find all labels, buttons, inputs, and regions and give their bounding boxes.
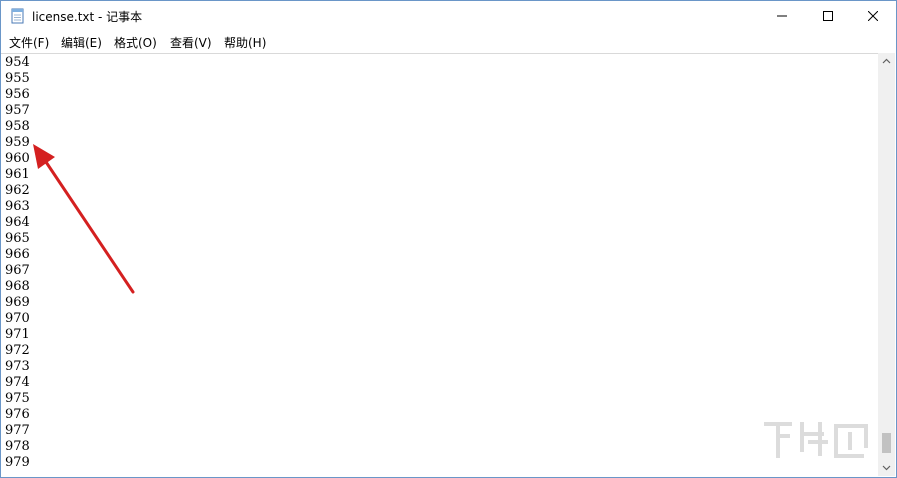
text-line: 972: [5, 343, 30, 358]
text-line: 957: [5, 103, 30, 118]
text-line: 955: [5, 71, 30, 86]
text-line: 970: [5, 311, 30, 326]
title-bar[interactable]: license.txt - 记事本: [1, 1, 896, 31]
chevron-up-icon[interactable]: [878, 53, 895, 70]
text-line: 965: [5, 231, 30, 246]
text-line: 973: [5, 359, 30, 374]
scrollbar-thumb[interactable]: [882, 433, 891, 453]
text-line: 960: [5, 151, 30, 166]
text-line: 964: [5, 215, 30, 230]
maximize-button[interactable]: [805, 1, 851, 31]
text-line: 963: [5, 199, 30, 214]
menu-file[interactable]: 文件(F): [9, 34, 49, 51]
text-line: 978: [5, 439, 30, 454]
close-icon: [868, 11, 878, 21]
text-line: 969: [5, 295, 30, 310]
close-button[interactable]: [850, 1, 896, 31]
text-line: 958: [5, 119, 30, 134]
menu-bar: 文件(F) 编辑(E) 格式(O) 查看(V) 帮助(H): [1, 31, 896, 52]
menu-help[interactable]: 帮助(H): [224, 34, 266, 51]
text-line: 971: [5, 327, 30, 342]
text-line: 977: [5, 423, 30, 438]
text-line: 961: [5, 167, 30, 182]
menu-format[interactable]: 格式(O): [114, 34, 157, 51]
text-line: 954: [5, 55, 30, 70]
text-line: 975: [5, 391, 30, 406]
menu-view[interactable]: 查看(V): [170, 34, 212, 51]
text-line: 968: [5, 279, 30, 294]
menu-edit[interactable]: 编辑(E): [61, 34, 102, 51]
text-line: 974: [5, 375, 30, 390]
window-title: license.txt - 记事本: [32, 10, 143, 24]
notepad-window: license.txt - 记事本 文件(F) 编辑(E) 格式(O) 查看(V…: [0, 0, 897, 478]
text-line: 966: [5, 247, 30, 262]
vertical-scrollbar[interactable]: [878, 53, 895, 476]
text-line: 959: [5, 135, 30, 150]
text-line: 967: [5, 263, 30, 278]
minimize-button[interactable]: [759, 1, 805, 31]
notepad-icon: [11, 8, 24, 24]
chevron-down-icon[interactable]: [878, 459, 895, 476]
text-line: 979: [5, 455, 30, 470]
maximize-icon: [823, 11, 833, 21]
text-line: 962: [5, 183, 30, 198]
watermark-logo: [764, 422, 868, 458]
minimize-icon: [777, 15, 787, 17]
text-editor[interactable]: 954 955 956 957 958 959 960 961 962 963 …: [1, 53, 878, 477]
text-line: 956: [5, 87, 30, 102]
text-line: 976: [5, 407, 30, 422]
